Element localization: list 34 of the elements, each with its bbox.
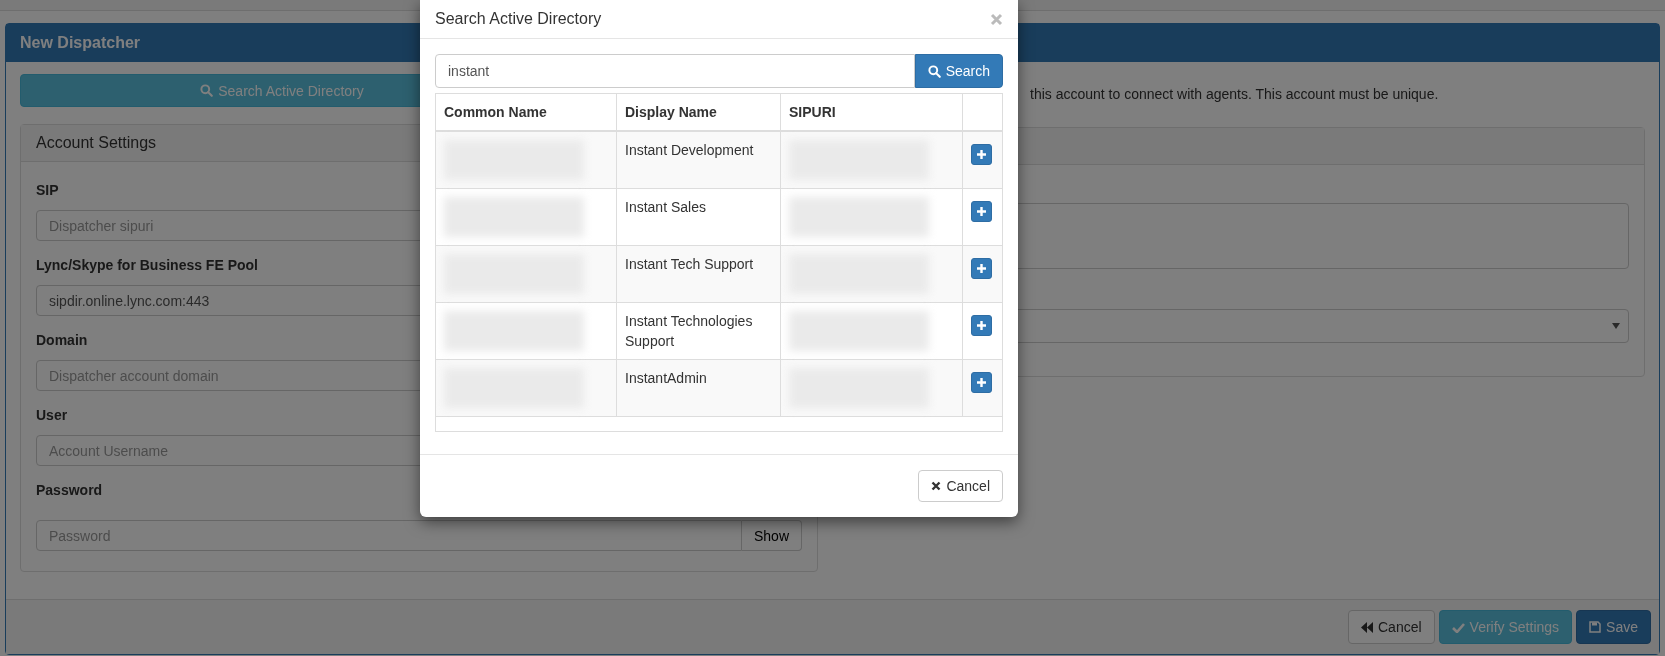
back-button[interactable]: Cancel — [1348, 610, 1435, 644]
help-text: this account to connect with agents. This account must be unique. — [1029, 86, 1440, 104]
field-label: Lync/Skype for Business FE Pool — [36, 257, 258, 273]
close-icon — [931, 481, 942, 491]
save-button[interactable]: Save — [1576, 610, 1651, 644]
table-cell: Instant Development — [616, 131, 781, 189]
add-button[interactable] — [971, 258, 992, 279]
show-password-button[interactable]: Show — [741, 520, 802, 551]
rewind-icon — [1361, 621, 1373, 633]
add-button[interactable] — [971, 315, 992, 336]
add-button[interactable] — [971, 372, 992, 393]
search-icon — [927, 64, 941, 78]
search-button[interactable]: Search — [914, 54, 1003, 88]
add-button[interactable] — [971, 201, 992, 222]
search-field[interactable]: instant — [435, 54, 915, 88]
plus-icon — [976, 149, 987, 160]
field-label: SIP — [36, 182, 59, 198]
caret-icon — [1612, 323, 1620, 329]
check-icon — [1451, 621, 1465, 633]
plus-icon — [976, 263, 987, 274]
cancel-button[interactable]: Cancel — [918, 470, 1003, 502]
search-icon — [200, 84, 214, 97]
field-label: User — [36, 407, 68, 423]
field-label: Password — [36, 482, 103, 498]
plus-icon — [976, 377, 987, 388]
verify-button[interactable]: Verify Settings — [1438, 610, 1573, 644]
table-cell: Instant Sales — [616, 188, 781, 246]
plus-icon — [976, 206, 987, 217]
field-label: Domain — [36, 332, 88, 348]
plus-icon — [976, 320, 987, 331]
table-cell: Instant Technologies Support — [616, 302, 781, 360]
add-button[interactable] — [971, 144, 992, 165]
table-cell: InstantAdmin — [616, 359, 781, 417]
table-cell: Instant Tech Support — [616, 245, 781, 303]
